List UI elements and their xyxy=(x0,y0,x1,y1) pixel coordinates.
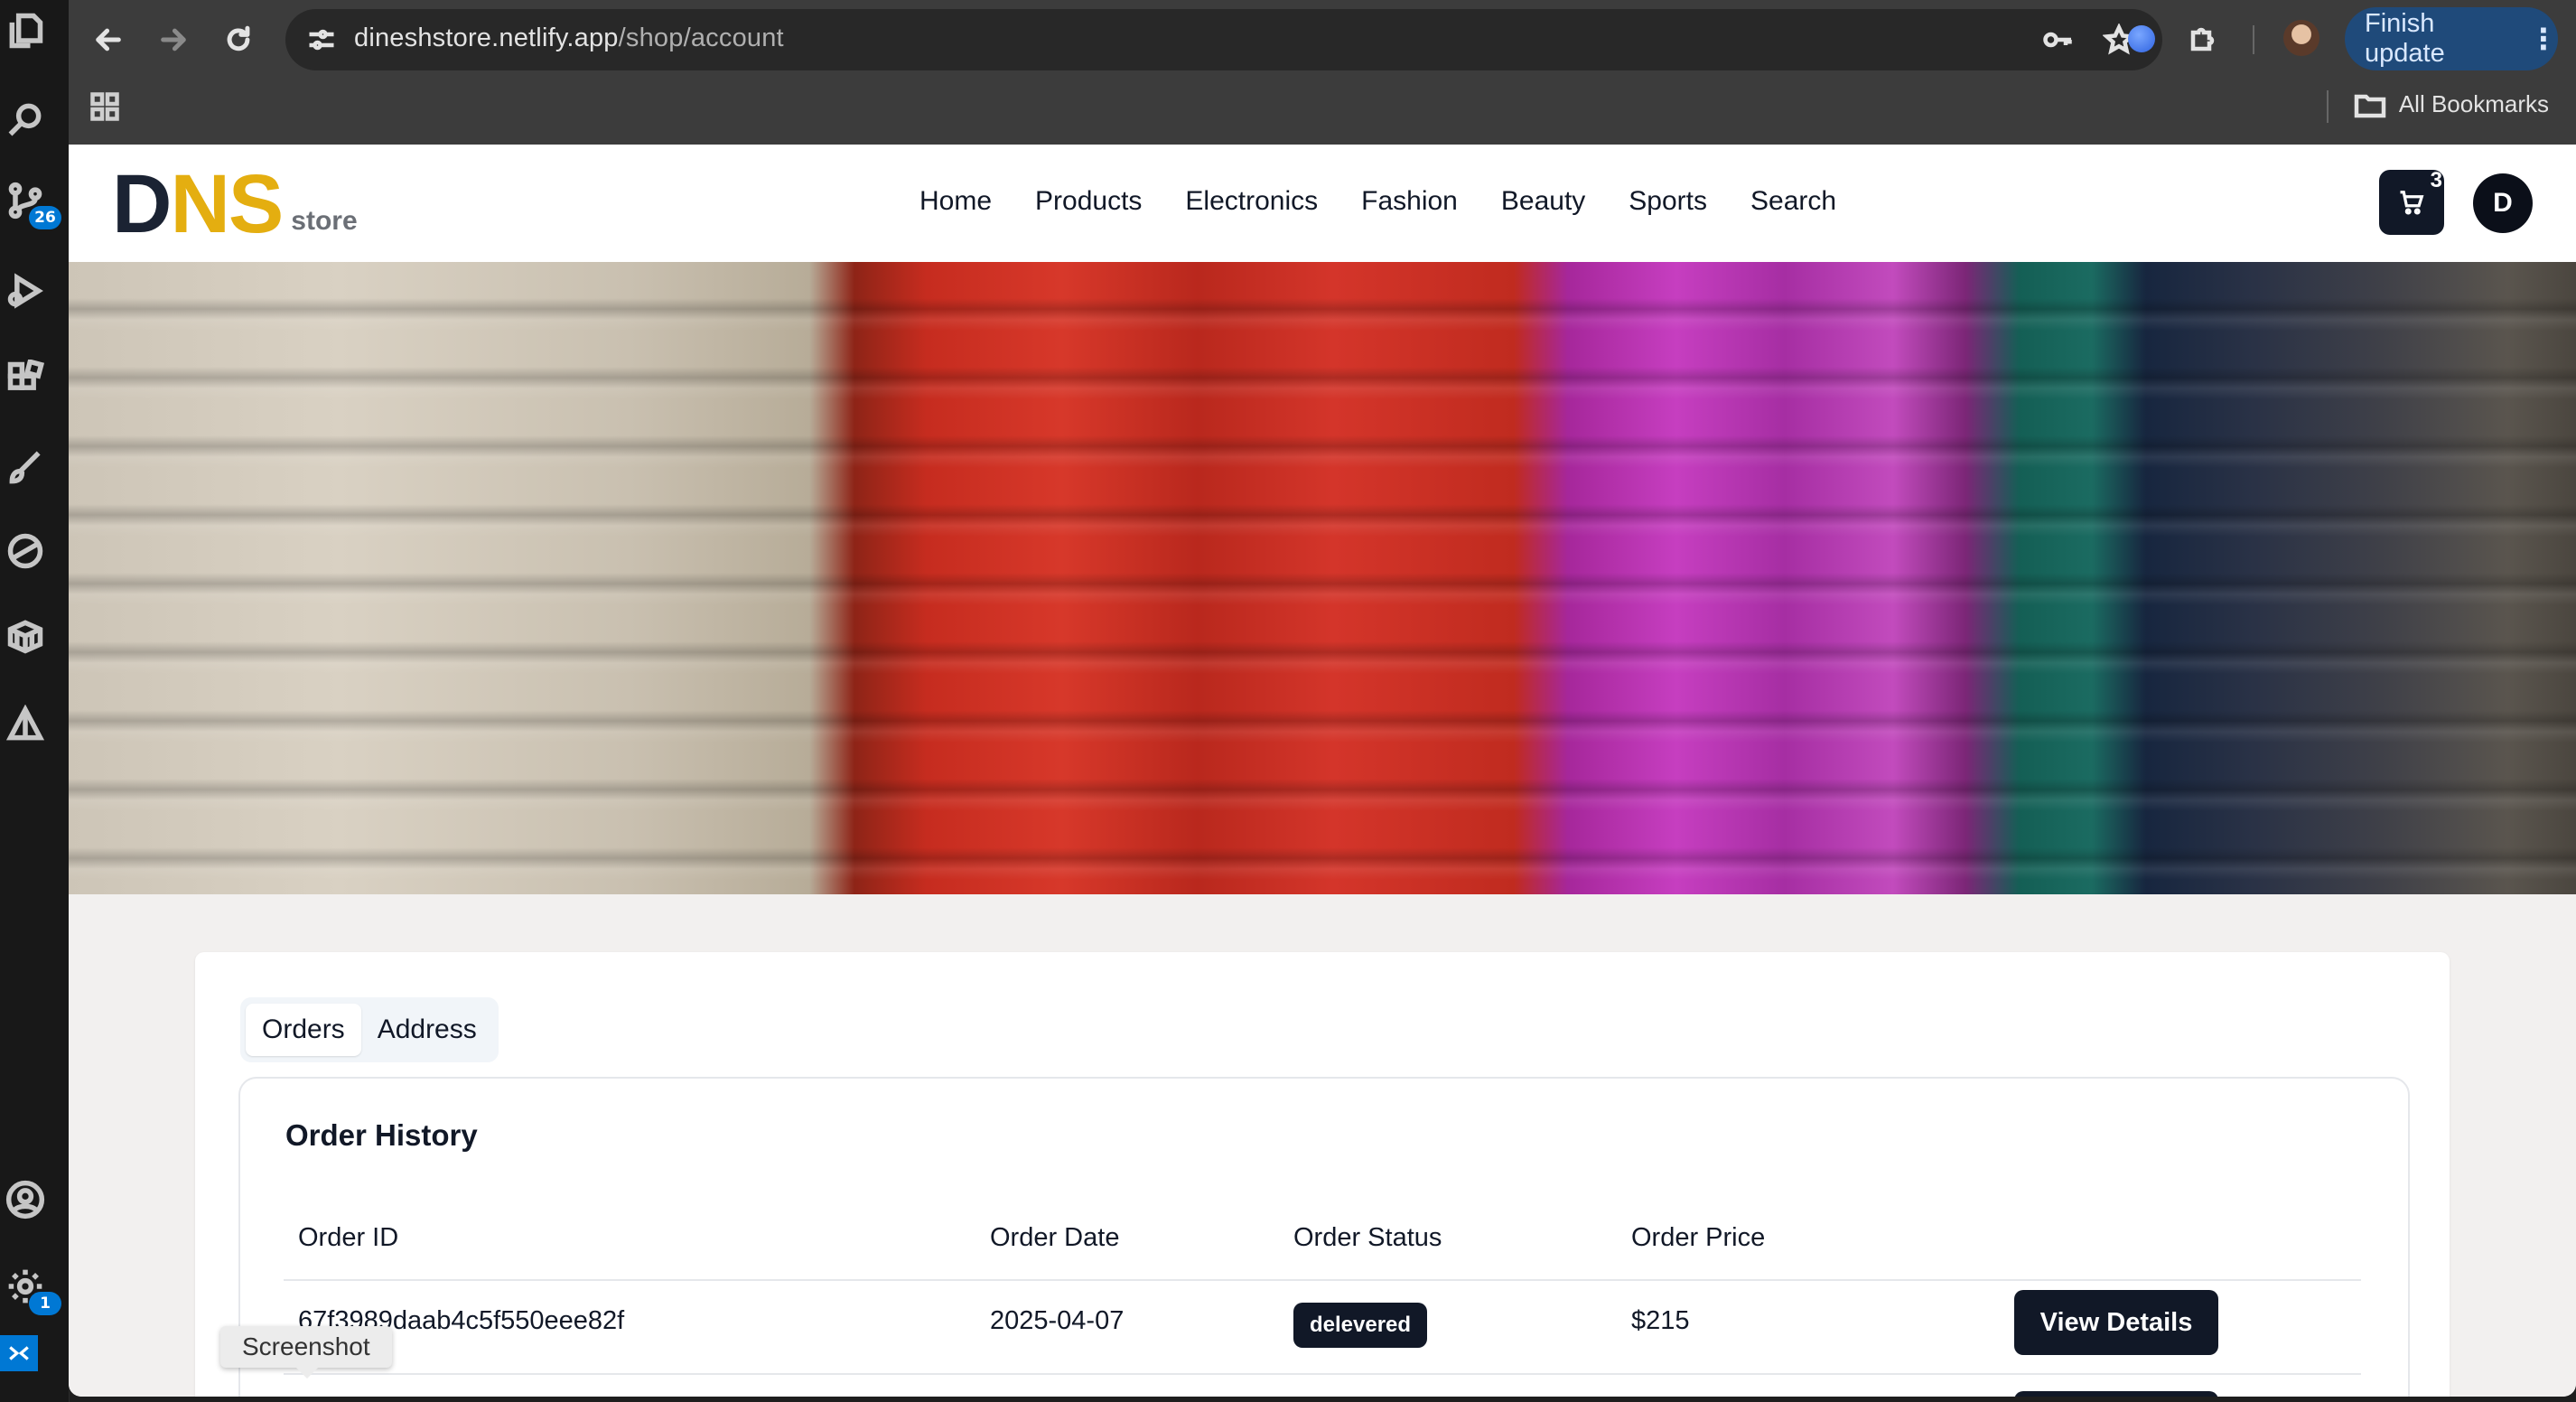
site-header: D NS store Home Products Electronics Fas… xyxy=(69,145,2576,262)
status-badge: delevered xyxy=(1293,1303,1428,1348)
tab-address[interactable]: Address xyxy=(361,1004,493,1056)
cart-icon xyxy=(2400,191,2424,215)
hero-banner-image xyxy=(69,262,2576,894)
brush-icon[interactable] xyxy=(4,446,47,490)
view-details-button-next-row[interactable] xyxy=(2014,1391,2218,1397)
account-card: Orders Address Order History Order ID Or… xyxy=(195,952,2450,1397)
nav-products[interactable]: Products xyxy=(1035,186,1142,217)
column-order-id: Order ID xyxy=(298,1223,399,1252)
main-nav: Home Products Electronics Fashion Beauty… xyxy=(919,186,1880,217)
menu-kebab-icon: ⋮ xyxy=(2529,23,2558,55)
order-date-cell: 2025-04-07 xyxy=(990,1306,1125,1335)
tab-orders[interactable]: Orders xyxy=(246,1004,361,1056)
view-details-button[interactable]: View Details xyxy=(2014,1290,2218,1355)
logo-letters-ns: NS xyxy=(170,158,284,250)
address-bar[interactable]: dineshstore.netlify.app/shop/account xyxy=(285,9,2162,70)
finish-update-button[interactable]: Finish update ⋮ xyxy=(2345,7,2558,70)
apps-grid-icon[interactable] xyxy=(89,90,121,123)
logo-letter-d: D xyxy=(112,158,172,250)
search-icon[interactable] xyxy=(4,98,47,141)
row-divider xyxy=(284,1373,2361,1375)
settings-gear-icon[interactable]: 1 xyxy=(4,1265,61,1315)
explorer-icon[interactable] xyxy=(4,9,47,52)
nav-search[interactable]: Search xyxy=(1750,186,1836,217)
toolbar-divider xyxy=(2253,25,2254,54)
remote-explorer-icon[interactable] xyxy=(4,529,47,573)
folder-icon xyxy=(2354,94,2386,117)
back-button[interactable] xyxy=(89,20,128,60)
user-avatar-button[interactable]: D xyxy=(2473,173,2533,233)
editor-activity-bar: 26 1 xyxy=(0,0,70,1402)
cart-count: 3 xyxy=(2430,168,2442,192)
column-order-date: Order Date xyxy=(990,1223,1120,1252)
containers-icon[interactable] xyxy=(4,614,47,658)
site-settings-icon[interactable] xyxy=(305,23,338,56)
url-path: /shop/account xyxy=(618,23,784,52)
cart-button[interactable]: 3 xyxy=(2379,168,2444,235)
nav-fashion[interactable]: Fashion xyxy=(1361,186,1458,217)
deploy-icon[interactable] xyxy=(4,703,47,746)
order-price-cell: $215 xyxy=(1631,1306,1690,1335)
remote-indicator-icon[interactable] xyxy=(0,1335,38,1371)
account-tabs: Orders Address xyxy=(240,997,499,1062)
url-text: dineshstore.netlify.app/shop/account xyxy=(354,23,784,53)
order-history-panel: Order History Order ID Order Date Order … xyxy=(238,1077,2410,1397)
table-header-divider xyxy=(284,1279,2361,1281)
nav-sports[interactable]: Sports xyxy=(1629,186,1707,217)
nav-electronics[interactable]: Electronics xyxy=(1185,186,1318,217)
nav-home[interactable]: Home xyxy=(919,186,992,217)
extensions-puzzle-icon[interactable] xyxy=(2184,18,2224,58)
forward-button[interactable] xyxy=(154,20,193,60)
order-history-title: Order History xyxy=(285,1118,478,1152)
column-order-status: Order Status xyxy=(1293,1223,1442,1252)
browser-window: dineshstore.netlify.app/shop/account Fin… xyxy=(69,0,2576,1397)
settings-badge: 1 xyxy=(29,1292,61,1315)
account-icon[interactable] xyxy=(4,1178,47,1221)
logo-store-text: store xyxy=(291,206,358,236)
run-debug-icon[interactable] xyxy=(4,269,47,313)
source-control-icon[interactable]: 26 xyxy=(4,179,61,229)
store-logo[interactable]: D NS store xyxy=(112,163,358,246)
reload-button[interactable] xyxy=(219,20,258,60)
source-control-badge: 26 xyxy=(29,206,61,229)
password-key-icon[interactable] xyxy=(2041,23,2076,58)
bookmarks-divider xyxy=(2327,90,2329,123)
profile-avatar[interactable] xyxy=(2283,20,2319,56)
finish-update-label: Finish update xyxy=(2365,9,2445,68)
nav-beauty[interactable]: Beauty xyxy=(1501,186,1585,217)
column-order-price: Order Price xyxy=(1631,1223,1766,1252)
extensions-icon[interactable] xyxy=(4,358,47,401)
all-bookmarks-button[interactable]: All Bookmarks xyxy=(2354,90,2549,118)
all-bookmarks-label: All Bookmarks xyxy=(2398,90,2549,117)
url-host: dineshstore.netlify.app xyxy=(354,23,619,52)
browser-toolbar: dineshstore.netlify.app/shop/account Fin… xyxy=(69,0,2576,145)
screenshot-tooltip: Screenshot xyxy=(220,1326,392,1379)
extension-blue-dot-icon[interactable] xyxy=(2128,25,2155,52)
